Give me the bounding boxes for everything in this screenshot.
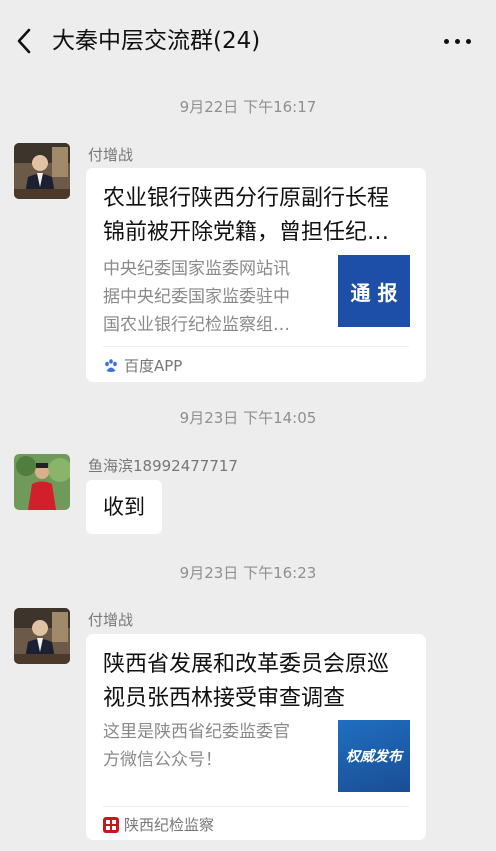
chat-header: 大秦中层交流群(24): [0, 0, 496, 84]
avatar[interactable]: [14, 454, 70, 510]
text-message-bubble[interactable]: 收到: [86, 480, 162, 534]
more-options-icon[interactable]: [440, 28, 476, 54]
timestamp: 9月23日 下午16:23: [179, 564, 317, 582]
thumbnail-text: 权威发布: [346, 749, 402, 765]
shaanxi-jijian-logo-icon: [103, 817, 119, 833]
timestamp: 9月23日 下午14:05: [179, 409, 317, 427]
divider: [103, 346, 409, 347]
card-source: 陕西纪检监察: [103, 815, 214, 835]
card-source: 百度APP: [103, 356, 182, 376]
card-title: 陕西省发展和改革委员会原巡 视员张西林接受审查调查: [103, 652, 390, 711]
card-thumbnail: 通 报: [338, 255, 410, 327]
divider: [103, 806, 409, 807]
card-description: 中央纪委国家监委网站讯 据中央纪委国家监委驻中 国农业银行纪检监察组…: [103, 259, 290, 335]
card-title: 农业银行陕西分行原副行长程 锦前被开除党籍，曾担任纪…: [103, 186, 390, 245]
link-card[interactable]: 农业银行陕西分行原副行长程 锦前被开除党籍，曾担任纪… 中央纪委国家监委网站讯 …: [86, 168, 426, 382]
sender-name: 付增战: [88, 146, 134, 164]
back-arrow-icon[interactable]: [14, 26, 36, 56]
link-card[interactable]: 陕西省发展和改革委员会原巡 视员张西林接受审查调查 这里是陕西省纪委监委官 方微…: [86, 634, 426, 840]
timestamp: 9月22日 下午16:17: [179, 98, 317, 116]
chat-title: 大秦中层交流群(24): [52, 28, 261, 54]
card-description: 这里是陕西省纪委监委官 方微信公众号！: [103, 722, 290, 770]
avatar[interactable]: [14, 143, 70, 199]
sender-name: 鱼海滨18992477717: [88, 457, 238, 475]
thumbnail-text: 通 报: [350, 280, 398, 305]
card-thumbnail: 权威发布: [338, 720, 410, 792]
baidu-paw-icon: [103, 358, 119, 374]
avatar[interactable]: [14, 608, 70, 664]
sender-name: 付增战: [88, 611, 134, 629]
